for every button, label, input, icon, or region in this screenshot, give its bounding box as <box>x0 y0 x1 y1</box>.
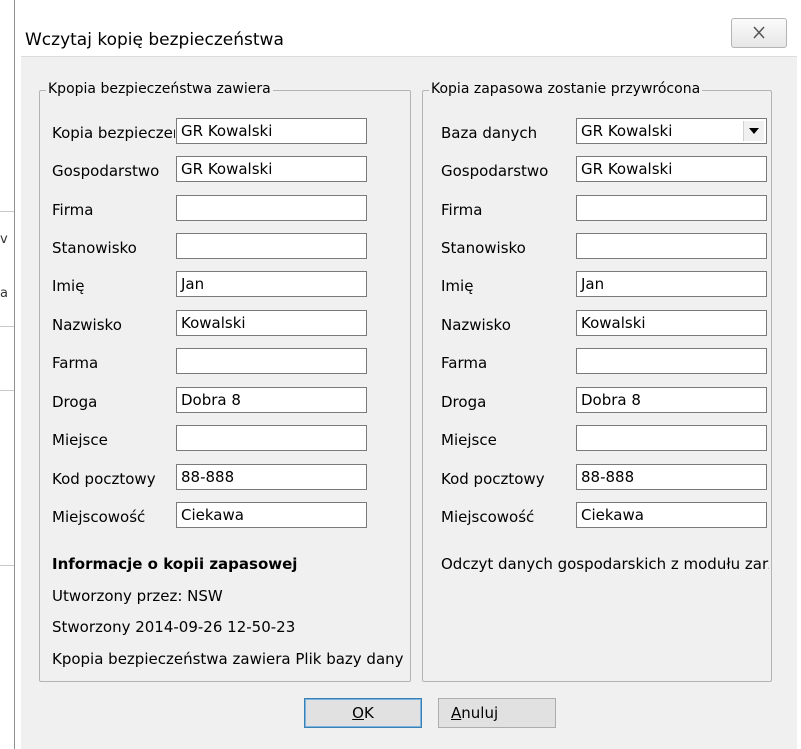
company-field[interactable] <box>576 195 767 221</box>
street-field[interactable]: Dobra 8 <box>576 387 767 413</box>
cancel-button[interactable]: Anuluj <box>438 698 556 728</box>
field-label: Droga <box>441 393 487 411</box>
title-bar: Wczytaj kopię bezpieczeństwa <box>15 0 801 56</box>
postal-code-field[interactable]: 88-888 <box>176 464 367 490</box>
field-label: Kod pocztowy <box>441 470 545 488</box>
field-label: Gospodarstwo <box>52 162 160 180</box>
postal-code-field[interactable]: 88-888 <box>576 464 767 490</box>
form-row: Nazwisko Kowalski <box>423 310 771 338</box>
place-field[interactable] <box>176 425 367 451</box>
last-name-field[interactable]: Kowalski <box>176 310 367 336</box>
form-row: Farma <box>423 348 771 376</box>
dialog-body: Kpopia bezpieczeństwa zawiera Kopia bezp… <box>21 56 797 749</box>
database-select[interactable]: GR Kowalski <box>576 118 767 144</box>
company-field[interactable] <box>176 195 367 221</box>
form-row: Gospodarstwo GR Kowalski <box>40 156 410 184</box>
contains-text: Kpopia bezpieczeństwa zawiera Plik bazy … <box>52 650 404 668</box>
farm-name-field[interactable] <box>576 348 767 374</box>
last-name-field[interactable]: Kowalski <box>576 310 767 336</box>
form-row: Nazwisko Kowalski <box>40 310 410 338</box>
form-row: Miejsce <box>40 425 410 453</box>
background-divider <box>0 565 14 566</box>
backup-contents-group: Kpopia bezpieczeństwa zawiera Kopia bezp… <box>39 81 411 682</box>
field-label: Nazwisko <box>441 316 511 334</box>
field-label: Kopia bezpieczeń <box>52 124 175 142</box>
field-label: Imię <box>441 277 474 295</box>
field-label: Gospodarstwo <box>441 162 549 180</box>
form-row: Imię Jan <box>40 271 410 299</box>
form-row: Stanowisko <box>423 233 771 261</box>
dropdown-button[interactable] <box>743 121 764 141</box>
form-row: Farma <box>40 348 410 376</box>
place-field[interactable] <box>576 425 767 451</box>
field-label: Stanowisko <box>52 239 137 257</box>
field-label: Miejsce <box>52 431 108 449</box>
field-label: Farma <box>52 354 99 372</box>
field-label: Firma <box>52 201 94 219</box>
restore-backup-dialog: Wczytaj kopię bezpieczeństwa Kpopia bezp… <box>14 0 801 749</box>
backup-info-heading: Informacje o kopii zapasowej <box>52 555 298 573</box>
background-glyph: v <box>0 232 8 247</box>
form-row: Miejscowość Ciekawa <box>423 502 771 530</box>
city-field[interactable]: Ciekawa <box>176 502 367 528</box>
form-row: Firma <box>423 195 771 223</box>
field-label: Kod pocztowy <box>52 470 156 488</box>
first-name-field[interactable]: Jan <box>576 271 767 297</box>
group-title: Kpopia bezpieczeństwa zawiera <box>46 81 273 97</box>
position-field[interactable] <box>176 233 367 259</box>
form-row: Miejsce <box>423 425 771 453</box>
form-row: Baza danych GR Kowalski <box>423 118 771 146</box>
backup-name-field[interactable]: GR Kowalski <box>176 118 367 144</box>
form-row: Gospodarstwo GR Kowalski <box>423 156 771 184</box>
field-label: Nazwisko <box>52 316 122 334</box>
field-label: Baza danych <box>441 124 538 142</box>
farm-field[interactable]: GR Kowalski <box>576 156 767 182</box>
form-row: Droga Dobra 8 <box>423 387 771 415</box>
field-label: Miejscowość <box>52 508 146 526</box>
farm-field[interactable]: GR Kowalski <box>176 156 367 182</box>
background-divider <box>0 326 14 327</box>
close-button[interactable] <box>731 18 787 48</box>
background-glyph: a <box>0 286 8 301</box>
restore-target-group: Kopia zapasowa zostanie przywrócona Baza… <box>422 81 772 682</box>
field-label: Farma <box>441 354 488 372</box>
form-row: Kopia bezpieczeń GR Kowalski <box>40 118 410 146</box>
street-field[interactable]: Dobra 8 <box>176 387 367 413</box>
form-row: Firma <box>40 195 410 223</box>
field-label: Stanowisko <box>441 239 526 257</box>
background-divider <box>0 390 14 391</box>
created-by-text: Utworzony przez: NSW <box>52 587 223 605</box>
form-row: Miejscowość Ciekawa <box>40 502 410 530</box>
field-label: Droga <box>52 393 98 411</box>
database-select-value: GR Kowalski <box>581 122 673 140</box>
form-row: Kod pocztowy 88-888 <box>40 464 410 492</box>
ok-label: K <box>363 704 374 722</box>
city-field[interactable]: Ciekawa <box>576 502 767 528</box>
created-on-text: Stworzony 2014-09-26 12-50-23 <box>52 618 296 636</box>
field-label: Miejsce <box>441 431 497 449</box>
first-name-field[interactable]: Jan <box>176 271 367 297</box>
farm-name-field[interactable] <box>176 348 367 374</box>
background-app-edge: v a <box>0 0 14 749</box>
cancel-label: nuluj <box>461 704 499 722</box>
form-row: Droga Dobra 8 <box>40 387 410 415</box>
close-icon <box>753 26 765 39</box>
group-title: Kopia zapasowa zostanie przywrócona <box>429 81 703 97</box>
ok-mnemonic: O <box>352 704 364 722</box>
background-divider <box>0 211 14 212</box>
read-note-text: Odczyt danych gospodarskich z modułu zar… <box>441 555 769 573</box>
field-label: Firma <box>441 201 483 219</box>
form-row: Stanowisko <box>40 233 410 261</box>
position-field[interactable] <box>576 233 767 259</box>
window-title: Wczytaj kopię bezpieczeństwa <box>25 30 284 50</box>
field-label: Miejscowość <box>441 508 535 526</box>
ok-button[interactable]: OK <box>304 698 422 728</box>
form-row: Kod pocztowy 88-888 <box>423 464 771 492</box>
field-label: Imię <box>52 277 85 295</box>
chevron-down-icon <box>749 128 759 134</box>
form-row: Imię Jan <box>423 271 771 299</box>
cancel-mnemonic: A <box>451 704 462 722</box>
